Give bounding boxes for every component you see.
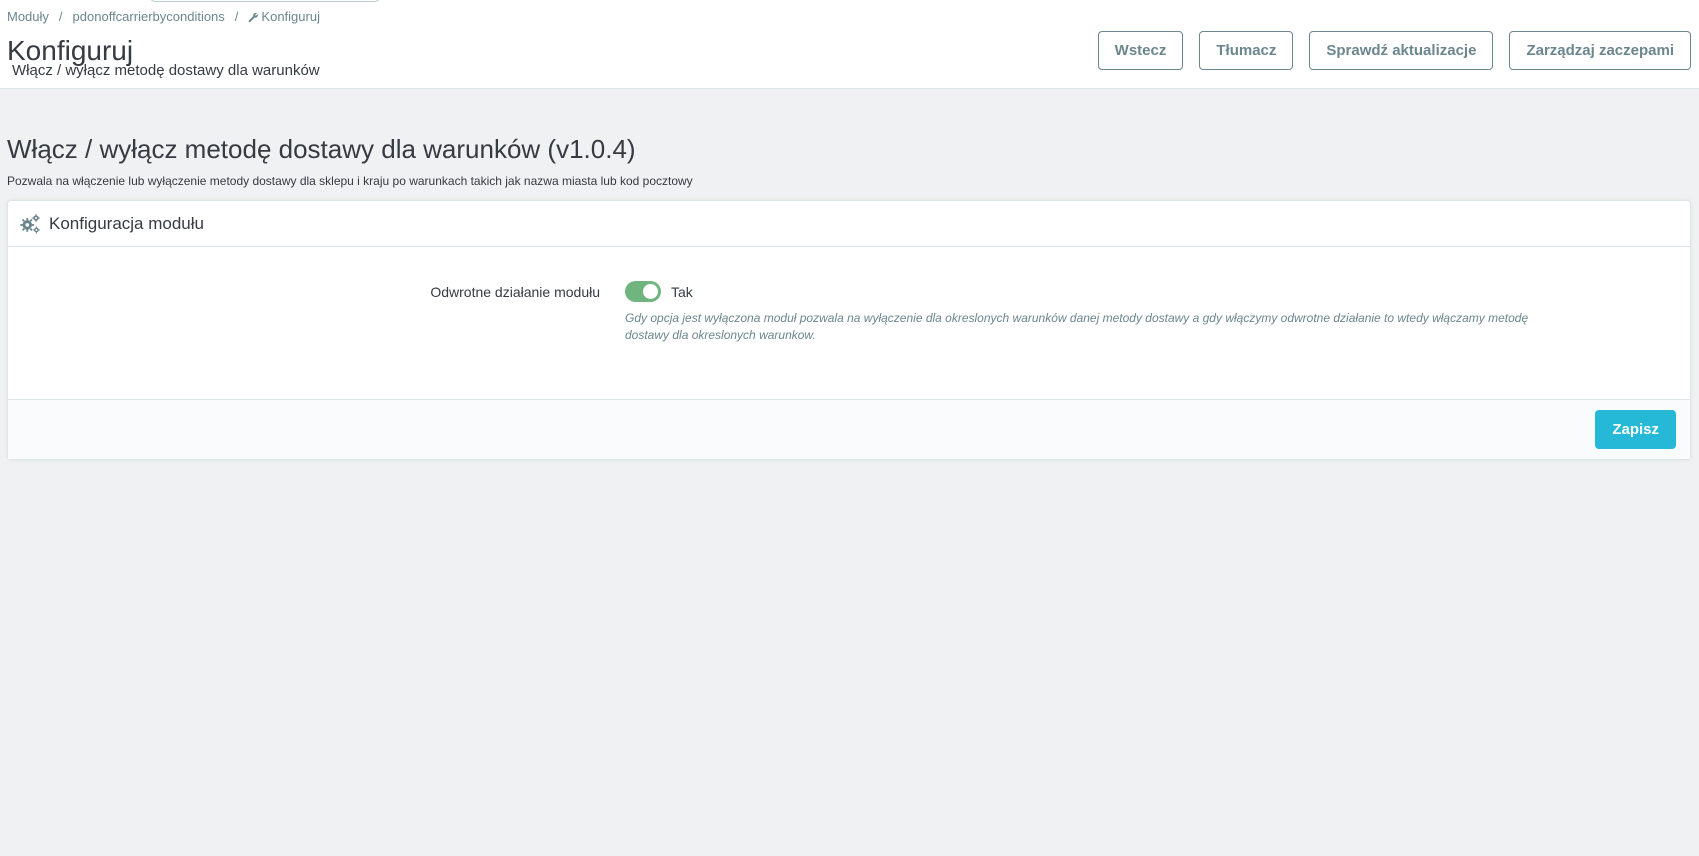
breadcrumb: Moduły / pdonoffcarrierbyconditions / Ko… bbox=[7, 9, 320, 24]
panel-footer: Zapisz bbox=[8, 399, 1690, 459]
configuration-panel: Konfiguracja modułu Odwrotne działanie m… bbox=[7, 200, 1691, 460]
toggle-state-label: Tak bbox=[671, 283, 693, 300]
check-updates-button[interactable]: Sprawdź aktualizacje bbox=[1309, 31, 1494, 70]
module-title: Włącz / wyłącz metodę dostawy dla warunk… bbox=[7, 134, 636, 164]
page-header: Moduły / pdonoffcarrierbyconditions / Ko… bbox=[0, 0, 1699, 89]
search-input[interactable] bbox=[148, 0, 382, 2]
panel-heading-title: Konfiguracja modułu bbox=[49, 213, 204, 233]
panel-heading: Konfiguracja modułu bbox=[8, 201, 1690, 247]
breadcrumb-separator: / bbox=[234, 9, 239, 24]
reverse-mode-switch-group: Tak bbox=[625, 281, 693, 302]
header-toolbar: Wstecz Tłumacz Sprawdź aktualizacje Zarz… bbox=[1097, 31, 1691, 70]
breadcrumb-item-current: Konfiguruj bbox=[261, 9, 320, 24]
breadcrumb-item-module[interactable]: pdonoffcarrierbyconditions bbox=[73, 9, 225, 24]
manage-hooks-button[interactable]: Zarządzaj zaczepami bbox=[1509, 31, 1691, 70]
breadcrumb-item-modules[interactable]: Moduły bbox=[7, 9, 49, 24]
reverse-mode-toggle[interactable] bbox=[625, 281, 661, 302]
wrench-icon bbox=[249, 12, 259, 23]
reverse-mode-help: Gdy opcja jest wyłączona moduł pozwala n… bbox=[625, 311, 1529, 342]
back-button[interactable]: Wstecz bbox=[1097, 31, 1184, 70]
cogs-icon bbox=[20, 213, 41, 234]
save-button[interactable]: Zapisz bbox=[1595, 410, 1676, 449]
module-description: Pozwala na włączenie lub wyłączenie meto… bbox=[7, 174, 693, 188]
page-subtitle: Włącz / wyłącz metodę dostawy dla warunk… bbox=[12, 62, 320, 79]
reverse-mode-label: Odwrotne działanie modułu bbox=[430, 284, 600, 300]
toggle-knob bbox=[643, 284, 658, 299]
breadcrumb-separator: / bbox=[58, 9, 63, 24]
translate-button[interactable]: Tłumacz bbox=[1199, 31, 1294, 70]
